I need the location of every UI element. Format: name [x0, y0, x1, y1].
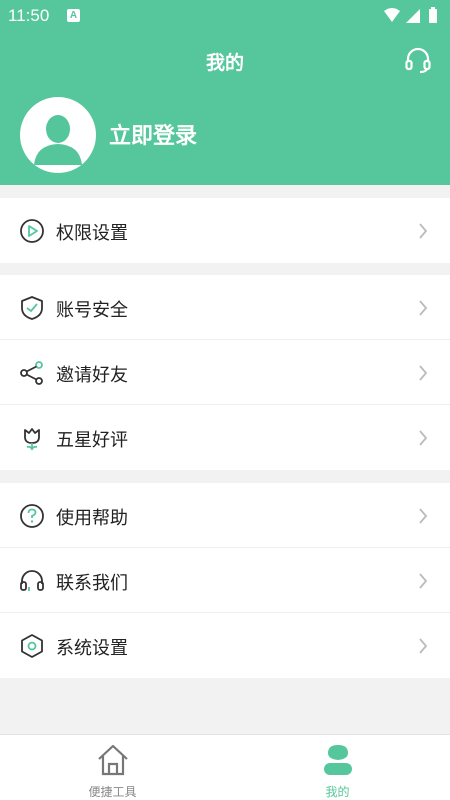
menu-section-3: 使用帮助 联系我们 系统设置	[0, 483, 450, 678]
signal-icon	[406, 9, 420, 23]
chevron-right-icon	[419, 508, 428, 524]
profile-header: 我的 立即登录	[0, 32, 450, 185]
status-bar: 11:50 A	[0, 0, 450, 32]
tab-mine[interactable]: 我的	[225, 735, 450, 800]
login-link[interactable]: 立即登录	[109, 118, 197, 150]
menu-item-label: 联系我们	[56, 573, 128, 594]
menu-item-account-security[interactable]: 账号安全	[0, 275, 450, 340]
menu-item-invite-friends[interactable]: 邀请好友	[0, 340, 450, 405]
headset-icon	[20, 570, 44, 591]
battery-icon	[429, 9, 437, 23]
user-icon	[324, 745, 352, 775]
system-status-icons	[384, 7, 437, 23]
chevron-right-icon	[419, 365, 428, 381]
share-icon	[20, 361, 43, 385]
menu-item-label: 五星好评	[56, 430, 128, 451]
chevron-right-icon	[419, 638, 428, 654]
flower-icon	[24, 428, 40, 451]
wifi-icon	[384, 8, 400, 22]
menu-item-permissions[interactable]: 权限设置	[0, 198, 450, 263]
hexagon-settings-icon	[21, 634, 43, 658]
play-circle-icon	[20, 219, 44, 243]
question-circle-icon	[20, 504, 44, 528]
tab-tools[interactable]: 便捷工具	[0, 735, 225, 800]
chevron-right-icon	[419, 300, 428, 316]
customer-service-headset-icon[interactable]	[404, 46, 432, 74]
menu-item-label: 使用帮助	[56, 508, 128, 529]
menu-item-system-settings[interactable]: 系统设置	[0, 613, 450, 678]
default-user-icon	[34, 115, 82, 165]
menu-section-1: 权限设置	[0, 198, 450, 263]
home-icon	[98, 744, 128, 776]
menu-item-contact-us[interactable]: 联系我们	[0, 548, 450, 613]
notification-icon: A	[67, 9, 80, 22]
status-time: 11:50	[8, 6, 50, 25]
menu-item-label: 系统设置	[56, 638, 128, 659]
chevron-right-icon	[419, 573, 428, 589]
chevron-right-icon	[419, 223, 428, 239]
tab-mine-label: 我的	[325, 785, 350, 799]
avatar[interactable]	[20, 97, 96, 173]
menu-item-help[interactable]: 使用帮助	[0, 483, 450, 548]
shield-check-icon	[21, 296, 43, 320]
menu-item-label: 权限设置	[56, 223, 128, 244]
tab-tools-label: 便捷工具	[88, 785, 137, 799]
menu-section-2: 账号安全 邀请好友 五星好评	[0, 275, 450, 470]
page-title: 我的	[205, 52, 244, 74]
bottom-nav: 便捷工具 我的	[0, 734, 450, 800]
menu-item-five-star[interactable]: 五星好评	[0, 405, 450, 470]
menu-item-label: 账号安全	[56, 300, 128, 321]
chevron-right-icon	[419, 430, 428, 446]
menu-item-label: 邀请好友	[56, 365, 128, 386]
